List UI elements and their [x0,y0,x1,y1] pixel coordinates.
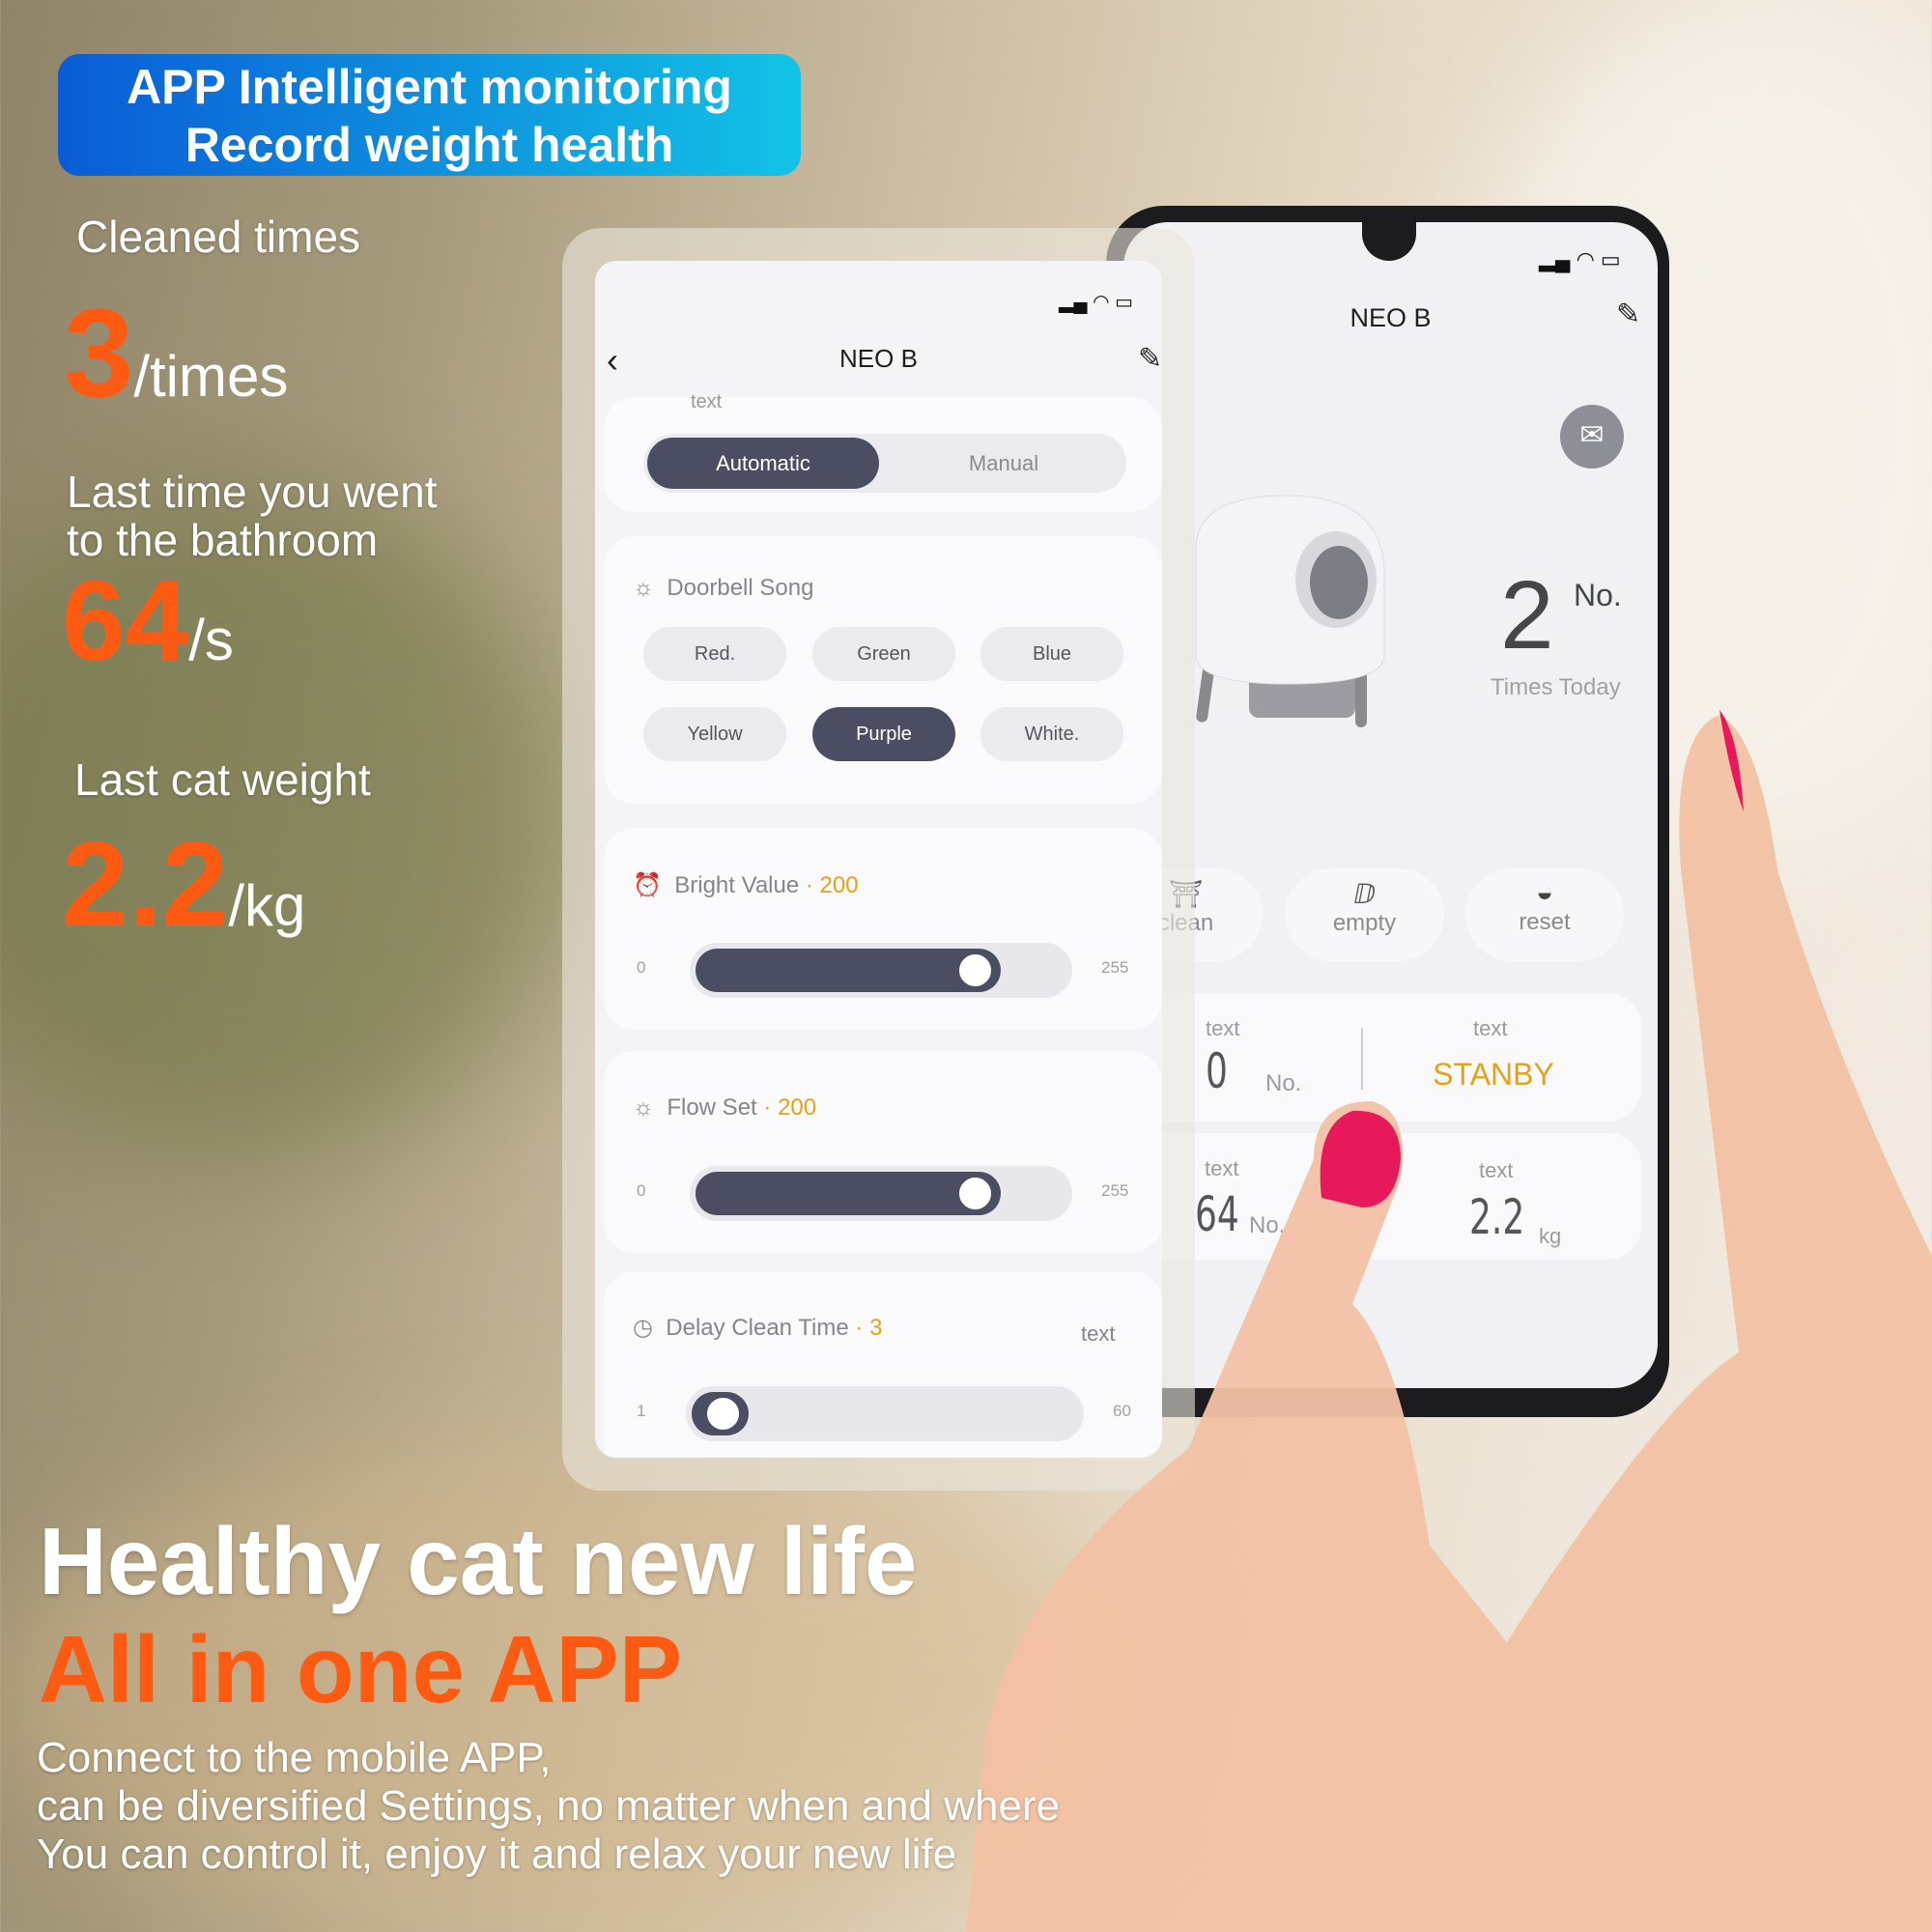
description: Connect to the mobile APP, can be divers… [37,1734,1060,1879]
description-line-3: You can control it, enjoy it and relax y… [37,1831,957,1878]
description-line-2: can be diversified Settings, no matter w… [37,1782,1061,1830]
headline: Healthy cat new life [39,1508,918,1614]
description-line-1: Connect to the mobile APP, [37,1734,552,1781]
subheadline: All in one APP [39,1616,683,1722]
